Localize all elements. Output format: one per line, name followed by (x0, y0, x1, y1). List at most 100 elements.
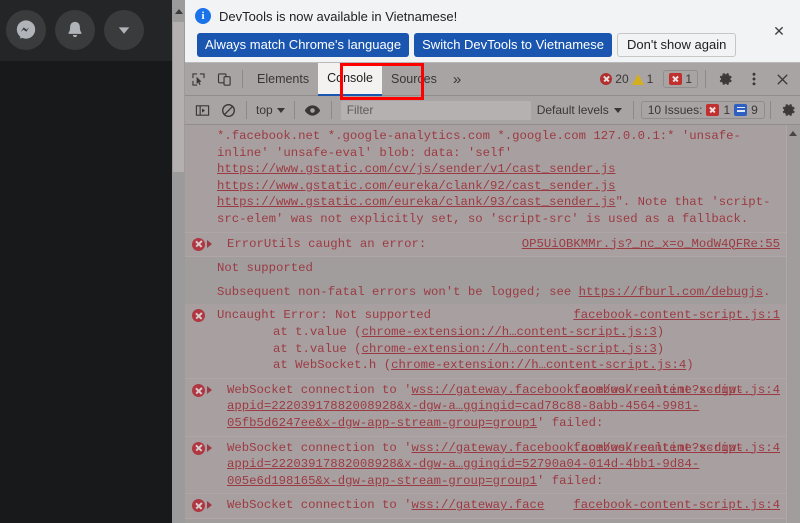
issues-error-square-icon (706, 104, 720, 116)
stack-frame-suffix: ) (656, 324, 665, 339)
dont-show-again-button[interactable]: Don't show again (617, 33, 737, 57)
log-link[interactable]: wss://gateway.face (411, 498, 544, 512)
log-link[interactable]: https://www.gstatic.com/eureka/clank/92/… (217, 179, 615, 193)
log-link[interactable]: https://www.gstatic.com/cv/js/sender/v1/… (217, 162, 615, 176)
bell-glyph (68, 21, 82, 38)
expand-triangle-icon[interactable] (207, 385, 212, 394)
log-link[interactable]: https://fburl.com/debugjs (579, 285, 763, 299)
console-log-row[interactable]: Not supported (185, 257, 800, 281)
toolbar-divider (242, 70, 243, 88)
toolbar-divider-right (705, 70, 706, 88)
issues-counter-button[interactable]: 1 (663, 70, 698, 88)
triangle-up-small-icon (789, 130, 797, 136)
banner-message-row: i DevTools is now available in Vietnames… (195, 8, 457, 24)
console-log-message: Not supported (195, 260, 782, 277)
console-log-row[interactable]: WebSocket connection to 'wss://gateway.f… (185, 378, 800, 437)
console-toolbar-divider-5 (769, 101, 771, 119)
stack-frame-link[interactable]: chrome-extension://h…content-script.js:3 (362, 325, 657, 339)
console-log-row[interactable]: WebSocket connection to 'wss://gateway.f… (185, 436, 800, 495)
show-console-sidebar-icon[interactable] (189, 97, 215, 123)
log-source-link[interactable]: facebook-content-script.js:4 (573, 440, 780, 457)
messenger-glyph (16, 20, 36, 39)
eye-glyph (305, 104, 321, 116)
console-toolbar-divider (246, 101, 247, 119)
warning-triangle-icon (631, 73, 644, 85)
log-text: ErrorUtils caught an error: (227, 236, 427, 251)
stack-frame: at WebSocket.h (chrome-extension://h…con… (217, 357, 782, 374)
switch-devtools-to-vietnamese-button[interactable]: Switch DevTools to Vietnamese (414, 33, 612, 57)
sidebar-glyph (195, 104, 209, 116)
issue-count: 1 (685, 72, 692, 86)
gear-icon[interactable] (713, 66, 739, 92)
close-devtools-icon[interactable] (769, 66, 795, 92)
more-tabs-icon[interactable]: » (446, 63, 468, 95)
log-text: WebSocket connection to ' (227, 440, 412, 455)
log-levels-value: Default levels (536, 103, 609, 117)
account-chevron-down-icon[interactable] (104, 10, 144, 50)
execution-context-selector[interactable]: top (252, 103, 289, 117)
console-toolbar-divider-2 (293, 101, 295, 119)
log-text: WebSocket connection to ' (227, 498, 412, 513)
inspect-cursor-glyph (191, 72, 205, 86)
tab-elements[interactable]: Elements (248, 63, 318, 95)
expand-triangle-icon[interactable] (207, 443, 212, 452)
always-match-chrome-language-button[interactable]: Always match Chrome's language (197, 33, 410, 57)
error-circle-icon (192, 383, 205, 397)
console-toolbar: top Default levels 10 Issues: 1 (185, 96, 800, 125)
log-text: ' failed: (536, 415, 604, 430)
page-scrollbar-up-arrow[interactable] (173, 4, 184, 18)
kebab-menu-icon[interactable] (741, 66, 767, 92)
facebook-page-background (0, 0, 172, 523)
console-log-row[interactable]: Uncaught Error: Not supported at t.value … (185, 304, 800, 379)
error-warning-counts[interactable]: 20 1 (596, 72, 657, 86)
log-link[interactable]: https://www.gstatic.com/eureka/clank/93/… (217, 195, 615, 209)
console-log-row[interactable]: Subsequent non-fatal errors won't be log… (185, 280, 800, 305)
gear-glyph-2 (782, 104, 795, 116)
log-source-link[interactable]: facebook-content-script.js:4 (573, 497, 780, 514)
stack-frame-link[interactable]: chrome-extension://h…content-script.js:4 (391, 358, 686, 372)
stack-frame-link[interactable]: chrome-extension://h…content-script.js:3 (362, 342, 657, 356)
live-expression-eye-icon[interactable] (300, 97, 326, 123)
issues-error-count: 1 (723, 103, 731, 117)
console-log-row[interactable]: *.facebook.net *.google-analytics.com *.… (185, 125, 800, 233)
console-log-list[interactable]: *.facebook.net *.google-analytics.com *.… (185, 125, 800, 523)
tab-console[interactable]: Console (318, 62, 382, 96)
close-x-glyph (776, 73, 788, 85)
expand-triangle-icon[interactable] (207, 239, 212, 248)
messenger-icon[interactable] (6, 10, 46, 50)
page-scrollbar-thumb[interactable] (173, 22, 184, 172)
clear-console-icon[interactable] (215, 97, 241, 123)
info-icon: i (195, 8, 211, 24)
inspect-element-icon[interactable] (185, 66, 211, 92)
issues-summary-button[interactable]: 10 Issues: 1 9 (640, 101, 765, 119)
log-source-link[interactable]: facebook-content-script.js:4 (573, 382, 780, 399)
execution-context-value: top (256, 103, 273, 117)
log-levels-selector[interactable]: Default levels (531, 103, 628, 117)
tab-sources[interactable]: Sources (382, 63, 446, 95)
log-source-link[interactable]: facebook-content-script.js:1 (573, 307, 780, 324)
filter-input[interactable] (340, 100, 531, 120)
console-scrollbar-up-arrow[interactable] (786, 126, 800, 140)
device-toolbar-glyph (217, 72, 231, 86)
close-banner-icon[interactable]: ✕ (770, 22, 788, 40)
log-source-link[interactable]: OP5UiOBKMMr.js?_nc_x=o_ModW4QFRe:55 (522, 236, 780, 253)
notifications-bell-icon[interactable] (55, 10, 95, 50)
console-scrollbar[interactable] (786, 125, 800, 523)
expand-triangle-icon[interactable] (207, 501, 212, 510)
devtools-language-banner: i DevTools is now available in Vietnames… (185, 0, 800, 63)
console-log-row[interactable]: WebSocket connection to 'wss://gateway.f… (185, 494, 800, 519)
triangle-up-icon (174, 8, 183, 14)
console-settings-gear-icon[interactable] (776, 97, 800, 123)
toggle-device-toolbar-icon[interactable] (211, 66, 237, 92)
log-text: Uncaught Error: Not supported (217, 308, 432, 323)
console-log-row[interactable]: ErrorUtils caught an error: OP5UiOBKMMr.j… (185, 232, 800, 258)
devtools-tab-strip: Elements Console Sources » 20 1 1 (185, 62, 800, 96)
log-text: . (763, 284, 771, 299)
console-log-message: Subsequent non-fatal errors won't be log… (195, 284, 782, 301)
issues-label: 10 Issues: (647, 103, 703, 117)
screenshot-root: i DevTools is now available in Vietnames… (0, 0, 800, 523)
stack-frame-label: at t.value ( (273, 341, 362, 356)
error-circle-icon (600, 73, 613, 85)
stack-frame: at t.value (chrome-extension://h…content… (217, 324, 782, 341)
issues-info-count: 9 (751, 103, 758, 117)
